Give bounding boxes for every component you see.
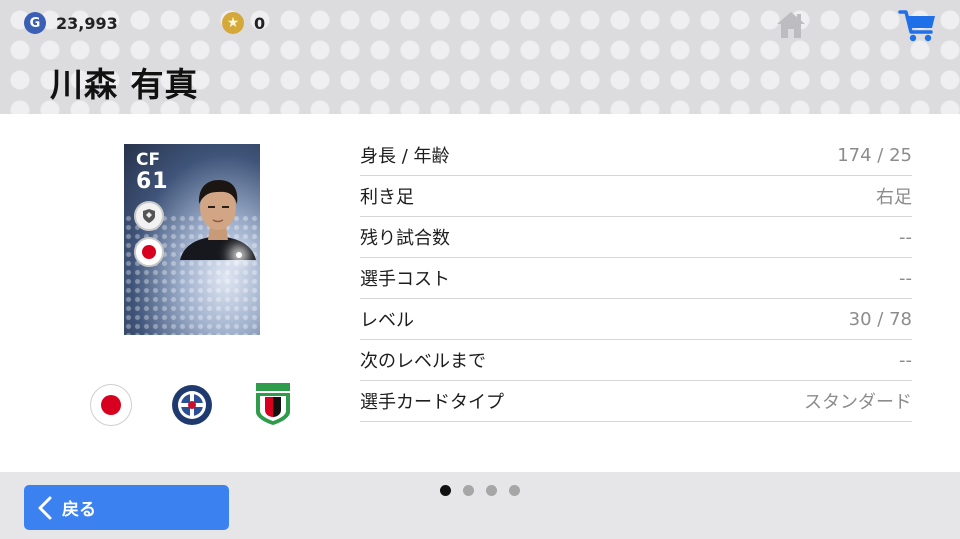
player-detail-panel: CF 61 身長 / 年齢 174 / 25 利き足 右足 残り試合数 -- 選… [0, 114, 960, 472]
player-portrait [180, 180, 256, 260]
gp-balance: G 23,993 [24, 12, 118, 34]
page-indicator [440, 485, 520, 496]
card-overall-rating: 61 [136, 169, 169, 194]
stat-value: -- [899, 226, 912, 248]
stat-row-height-age: 身長 / 年齢 174 / 25 [360, 135, 912, 176]
stat-value: 右足 [876, 187, 912, 208]
page-dot-2[interactable] [463, 485, 474, 496]
player-stats-list: 身長 / 年齢 174 / 25 利き足 右足 残り試合数 -- 選手コスト -… [360, 135, 912, 422]
stat-row-next-level: 次のレベルまで -- [360, 340, 912, 381]
stat-label: 身長 / 年齢 [360, 146, 450, 167]
home-icon[interactable] [774, 8, 808, 42]
stat-label: 残り試合数 [360, 228, 450, 249]
page-dot-4[interactable] [509, 485, 520, 496]
page-dot-3[interactable] [486, 485, 497, 496]
star-coin-icon: ★ [222, 12, 244, 34]
top-bar: G 23,993 ★ 0 川森 有真 [0, 0, 960, 114]
stat-row-remaining-matches: 残り試合数 -- [360, 217, 912, 258]
gp-amount: 23,993 [56, 13, 118, 33]
stat-row-level: レベル 30 / 78 [360, 299, 912, 340]
card-position: CF [136, 150, 161, 170]
stat-label: 利き足 [360, 187, 414, 208]
stat-label: レベル [360, 310, 414, 331]
player-name: 川森 有真 [50, 65, 199, 104]
stat-row-player-cost: 選手コスト -- [360, 258, 912, 299]
page-dot-1[interactable] [440, 485, 451, 496]
nationality-flag-icon[interactable] [90, 384, 132, 426]
stat-value: -- [899, 349, 912, 371]
back-button-label: 戻る [62, 500, 96, 520]
card-nationality-flag-icon [134, 237, 164, 267]
league-emblem-icon[interactable] [255, 382, 291, 426]
gp-coin-icon: G [24, 12, 46, 34]
coin-amount: 0 [254, 13, 266, 33]
chevron-left-icon [38, 496, 52, 519]
stat-row-preferred-foot: 利き足 右足 [360, 176, 912, 217]
stat-label: 選手コスト [360, 269, 450, 290]
card-shine [236, 252, 242, 258]
player-card[interactable]: CF 61 [124, 144, 260, 335]
stat-row-card-type: 選手カードタイプ スタンダード [360, 381, 912, 422]
stat-label: 次のレベルまで [360, 351, 486, 372]
stat-value: スタンダード [804, 392, 912, 413]
back-button[interactable]: 戻る [24, 485, 229, 530]
club-emblem-icon[interactable] [171, 384, 213, 426]
stat-value: 30 / 78 [848, 308, 912, 330]
cart-icon[interactable] [898, 8, 938, 44]
stat-label: 選手カードタイプ [360, 392, 504, 413]
coin-balance: ★ 0 [222, 12, 265, 34]
stat-value: 174 / 25 [837, 144, 912, 166]
card-club-emblem-icon [134, 201, 164, 231]
stat-value: -- [899, 267, 912, 289]
